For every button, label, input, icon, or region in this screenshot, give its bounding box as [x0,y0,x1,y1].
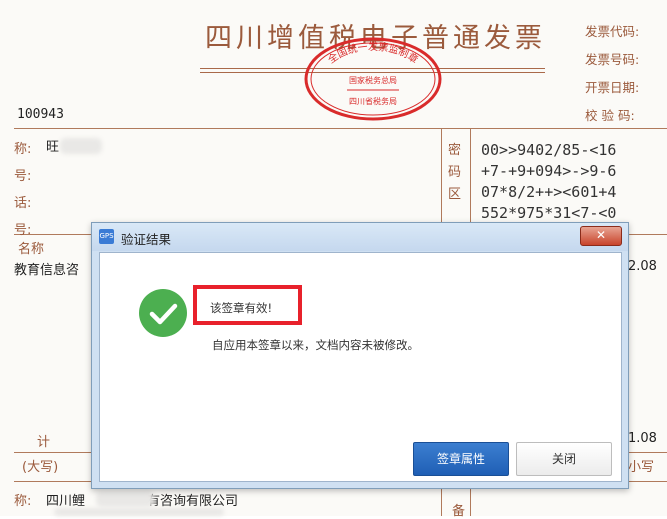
remarks-label: 备 [452,504,466,519]
cipher-line: +7-+9+094>->9-6 [481,162,617,180]
close-icon[interactable]: ✕ [580,226,622,246]
cipher-line: 552*975*31<7-<0 [481,204,617,222]
invoice-meta-labels: 发票代码: 发票号码: 开票日期: 校 验 码: [585,18,639,130]
table-top-border [14,128,667,129]
cipher-line: 07*8/2++><601+4 [481,183,617,201]
verification-result-dialog: GPS 验证结果 ✕ 该签章有效! 自应用本签章以来，文档内容未被修改。 签章属… [91,222,629,489]
invoice-number-fragment: 100943 [17,107,64,122]
password-area-divider-2 [470,128,471,234]
dialog-title: 验证结果 [121,232,172,247]
official-seal-icon: 全国统一发票监制章 国家税务总局 四川省税务局 [304,37,442,121]
dialog-titlebar[interactable]: GPS 验证结果 ✕ [92,223,628,251]
seal-middle-text: 国家税务总局 [349,75,397,85]
redaction-blur [96,491,154,507]
document-unmodified-message: 自应用本签章以来，文档内容未被修改。 [212,338,419,352]
lowercase-amount-label: 小写 [628,460,655,475]
seller-name-label: 称: [14,494,32,509]
close-button[interactable]: 关闭 [516,442,612,476]
item-name-fragment: 教育信息咨 [14,263,80,278]
seller-name-prefix: 四川鲤 [46,494,86,509]
item-name-header: 名称 [18,242,45,257]
cipher-text: 00>>9402/85-<16 +7-+9+094>->9-6 07*8/2++><… [481,140,616,224]
buyer-phone-label: 话: [14,196,32,211]
invoice-number-label: 发票号码: [585,52,640,67]
check-code-label: 校 验 码: [585,108,635,123]
dialog-body: 该签章有效! 自应用本签章以来，文档内容未被修改。 签章属性 关闭 [99,252,622,482]
cipher-line: 00>>9402/85-<16 [481,141,617,159]
signature-valid-message: 该签章有效! [210,301,273,315]
app-logo-icon: GPS [99,229,114,244]
seller-name-suffix: 有咨询有限公司 [147,494,239,509]
issue-date-label: 开票日期: [585,80,640,95]
redaction-blur [54,508,224,516]
buyer-name-label: 称: [14,142,32,157]
check-circle-icon [139,289,187,337]
password-area-divider [441,128,442,234]
signature-properties-button[interactable]: 签章属性 [413,442,509,476]
buyer-name-fragment: 旺 [46,140,60,155]
password-area-label: 密码区 [448,143,462,202]
uppercase-amount-label: (大写) [22,460,59,475]
redaction-blur [60,138,102,154]
item-amount-fragment: 2.08 [628,259,657,274]
seal-bottom-text: 四川省税务局 [349,96,397,106]
checkmark-icon [149,303,178,325]
invoice-code-label: 发票代码: [585,24,640,39]
buyer-labels: 称: 号: 话: 号: [14,136,31,244]
total-label: 计 [37,435,51,450]
total-amount-fragment: 1.08 [628,431,657,446]
buyer-taxid-label: 号: [14,169,32,184]
